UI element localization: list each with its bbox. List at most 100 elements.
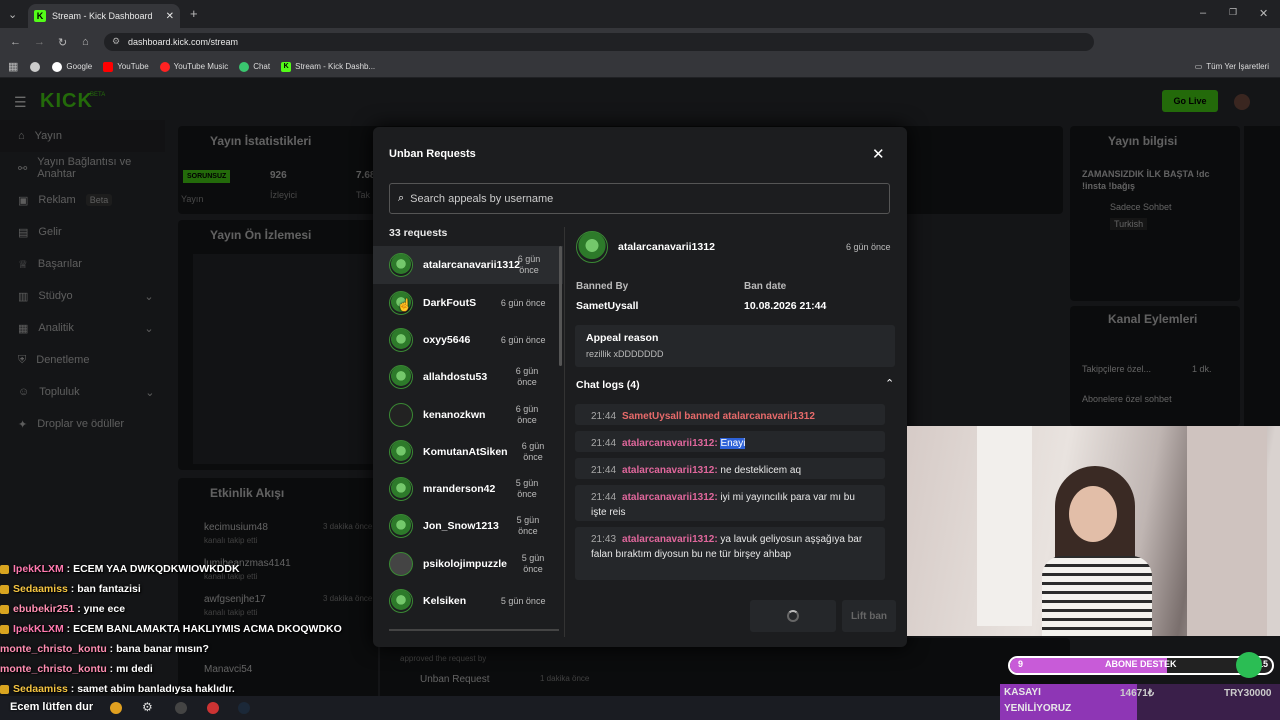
apps-grid-icon[interactable]: ▦: [8, 60, 18, 73]
ad-icon: ▣: [18, 194, 29, 207]
horizontal-scrollbar[interactable]: [389, 629, 559, 631]
deny-button[interactable]: [750, 600, 836, 632]
overlay-chat-line: Sedaamiss : samet abim banladıysa haklıd…: [0, 683, 235, 695]
restore-icon[interactable]: ❐: [1229, 7, 1237, 18]
studio-icon: ▥: [18, 290, 29, 303]
site-info-icon[interactable]: ⚙: [112, 36, 120, 47]
appeal-label: Appeal reason: [586, 332, 659, 344]
chrome-icon[interactable]: [110, 702, 122, 714]
list-item[interactable]: KomutanAtSiken 6 gün önce: [389, 433, 547, 471]
chevron-up-icon[interactable]: ⌃: [885, 377, 894, 390]
sidebar-item-denetleme[interactable]: ⛨ Denetleme: [0, 344, 172, 376]
app-icon[interactable]: [175, 702, 187, 714]
bookmark-chat[interactable]: Chat: [239, 61, 270, 72]
avatar: [389, 440, 413, 464]
bookmark-stream[interactable]: K Stream - Kick Dashb...: [281, 61, 375, 72]
chevron-down-icon: ⌄: [145, 386, 155, 399]
bookmark-google[interactable]: Google: [52, 61, 92, 72]
sidebar-item-analitik[interactable]: ▦ Analitik ⌄: [0, 312, 172, 344]
search-input[interactable]: ⌕ Search appeals by username: [389, 183, 890, 214]
reload-icon[interactable]: ↻: [58, 36, 67, 49]
list-item[interactable]: DarkFoutS 6 gün önce: [389, 284, 547, 322]
list-item[interactable]: kenanozkwn 6 gün önce: [389, 396, 547, 434]
donation-goal: KASAYI YENİLİYORUZ 14671₺ TRY30000: [1000, 684, 1280, 720]
steam-icon[interactable]: [238, 702, 250, 714]
users-icon: ☺: [18, 386, 30, 398]
sidebar-item-reklam[interactable]: ▣ Reklam Beta: [0, 184, 172, 216]
beta-badge: Beta: [85, 194, 113, 206]
activity-sub: kanalı takip etti: [204, 608, 258, 617]
forward-icon[interactable]: →: [34, 36, 45, 48]
donation-label: KASAYI: [1004, 687, 1041, 698]
chat-log-row: 21:44 SametUysall banned atalarcanavarii1…: [575, 404, 885, 425]
channel-action-label: Takipçilere özel...: [1082, 364, 1152, 374]
taskbar: Ecem lütfen dur ⚙: [0, 696, 1000, 720]
list-item[interactable]: Kelsiken 5 gün önce: [389, 582, 547, 620]
bookmark-youtube[interactable]: YouTube: [103, 61, 149, 72]
webcam-door: [977, 426, 1032, 626]
list-item[interactable]: allahdostu53 6 gün önce: [389, 358, 547, 396]
kick-widget-icon: [1236, 652, 1262, 678]
close-icon[interactable]: ✕: [872, 145, 885, 163]
donation-value: 14671₺: [1120, 688, 1155, 699]
all-bookmarks[interactable]: ▭ Tüm Yer İşaretleri: [1195, 62, 1269, 71]
url-text: dashboard.kick.com/stream: [128, 37, 239, 47]
stream-preview-video[interactable]: [193, 254, 378, 464]
channel-action-value: 1 dk.: [1192, 364, 1212, 374]
sidebar-item-basarilar[interactable]: ♕ Başarılar: [0, 248, 172, 280]
list-item[interactable]: Jon_Snow1213 5 gün önce: [389, 507, 547, 545]
overlay-chat-line: monte_christo_kontu : mı dedi: [0, 663, 153, 675]
channel-action-label: Abonelere özel sohbet: [1082, 394, 1172, 404]
modal-title: Unban Requests: [389, 148, 476, 160]
github-icon[interactable]: [30, 61, 41, 72]
kick-logo[interactable]: KICK: [40, 90, 93, 113]
tab-search-icon[interactable]: ⌄: [8, 8, 17, 21]
list-item[interactable]: mranderson42 5 gün önce: [389, 470, 547, 508]
trophy-icon: ♕: [18, 258, 28, 271]
window-close-icon[interactable]: ✕: [1259, 7, 1268, 20]
list-item[interactable]: atalarcanavarii1312 6 gün önce: [389, 246, 547, 284]
minimize-icon[interactable]: –: [1200, 7, 1206, 19]
avatar[interactable]: [1234, 94, 1250, 110]
sidebar-item-stream-key[interactable]: ⚯ Yayın Bağlantısı ve Anahtar: [0, 152, 172, 184]
bookmark-youtube-music[interactable]: YouTube Music: [159, 61, 228, 72]
scrollbar[interactable]: [559, 246, 562, 366]
detail-username: atalarcanavarii1312: [618, 241, 715, 253]
overlay-chat-line: IpekKLXM : ECEM YAA DWKQDKWIOWKDDK: [0, 563, 240, 575]
tab-close-icon[interactable]: ✕: [166, 11, 174, 22]
new-tab-icon[interactable]: +: [190, 6, 198, 21]
kick-favicon-icon: K: [281, 61, 292, 72]
stats-value: 926: [270, 170, 287, 181]
lift-ban-button[interactable]: Lift ban: [842, 600, 896, 632]
back-icon[interactable]: ←: [10, 36, 21, 48]
obs-icon[interactable]: [207, 702, 219, 714]
list-item[interactable]: oxyy5646 6 gün önce: [389, 321, 547, 359]
channel-actions-panel: Kanal Eylemleri Takipçilere özel... 1 dk…: [1070, 306, 1240, 426]
avatar: [389, 477, 413, 501]
sidebar-item-droplar[interactable]: ✦ Droplar ve ödüller: [0, 408, 172, 440]
settings-icon[interactable]: ⚙: [142, 700, 153, 714]
tab-kick-dashboard[interactable]: K Stream - Kick Dashboard ✕: [28, 4, 180, 28]
sidebar-item-studyo[interactable]: ▥ Stüdyo ⌄: [0, 280, 172, 312]
sidebar-item-yayin[interactable]: ⌂ Yayın: [0, 120, 165, 152]
request-count: 33 requests: [389, 227, 448, 239]
stats-title: Yayın İstatistikleri: [210, 134, 312, 148]
url-input[interactable]: ⚙ dashboard.kick.com/stream: [104, 33, 1094, 51]
appeal-box: Appeal reason rezillik xDDDDDDD: [575, 325, 895, 367]
banned-by-value: SametUysall: [576, 300, 639, 312]
search-icon: ⌕: [398, 192, 405, 204]
list-item[interactable]: psikolojimpuzzle 5 gün önce: [389, 545, 547, 583]
home-icon[interactable]: ⌂: [82, 36, 89, 48]
avatar: [389, 514, 413, 538]
go-live-button[interactable]: Go Live: [1162, 90, 1218, 112]
sidebar-item-gelir[interactable]: ▤ Gelir: [0, 216, 172, 248]
folder-icon: ▭: [1194, 62, 1203, 71]
activity-title: Etkinlik Akışı: [210, 486, 285, 500]
youtube-music-icon: [159, 61, 170, 72]
sidebar-item-topluluk[interactable]: ☺ Topluluk ⌄: [0, 376, 172, 408]
webcam-door: [1187, 426, 1267, 636]
sub-goal-count: 9: [1018, 659, 1024, 669]
hamburger-icon[interactable]: ☰: [14, 94, 27, 111]
badge-icon: [0, 684, 9, 694]
badge-icon: [0, 604, 9, 614]
